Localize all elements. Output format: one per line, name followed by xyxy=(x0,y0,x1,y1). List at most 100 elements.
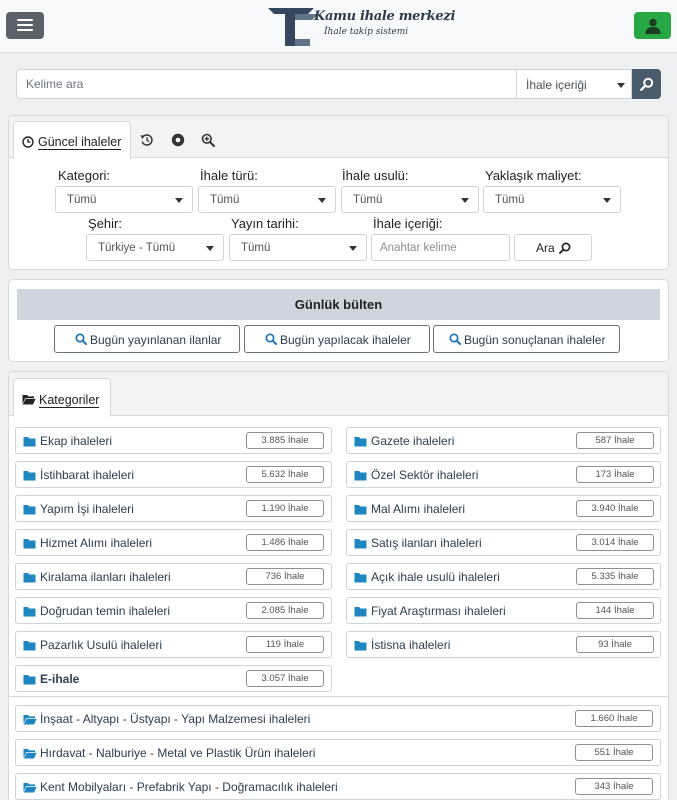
category-count-badge: 551 İhale xyxy=(575,744,653,761)
category-name: Ekap ihaleleri xyxy=(40,434,113,448)
search-icon xyxy=(265,333,277,345)
category-item[interactable]: İstihbarat ihaleleri 5.632 İhale xyxy=(15,461,332,488)
folder-icon xyxy=(23,437,36,447)
todays-scheduled-button[interactable]: Bugün yapılacak ihaleler xyxy=(244,325,430,353)
folder-open-icon xyxy=(22,395,36,405)
category-count-badge: 736 İhale xyxy=(246,568,324,585)
chevron-down-icon xyxy=(318,198,326,203)
ihale-usulu-select[interactable]: Tümü xyxy=(341,186,479,213)
todays-concluded-button[interactable]: Bugün sonuçlanan ihaleler xyxy=(433,325,620,353)
category-item[interactable]: Mal Alımı ihaleleri 3.940 İhale xyxy=(346,495,661,522)
yaklasik-maliyet-value: Tümü xyxy=(495,194,525,206)
folder-icon xyxy=(354,607,367,617)
folder-icon xyxy=(354,539,367,549)
category-item[interactable]: Doğrudan temin ihaleleri 2.085 İhale xyxy=(15,597,332,624)
category-name: Satış ilanları ihaleleri xyxy=(371,536,482,550)
category-name: Pazarlık Usulü ihaleleri xyxy=(40,638,163,652)
yayin-tarihi-label: Yayın tarihi: xyxy=(231,216,299,231)
category-count-badge: 3.014 İhale xyxy=(576,534,654,551)
category-count-badge: 3.057 İhale xyxy=(246,670,324,687)
category-item[interactable]: İstisna ihaleleri 93 İhale xyxy=(346,631,661,658)
ihale-turu-select[interactable]: Tümü xyxy=(198,186,336,213)
categories-panel: Kategoriler Ekap ihaleleri 3.885 İhale İst… xyxy=(8,371,669,800)
folder-icon xyxy=(354,641,367,651)
kategori-label: Kategori: xyxy=(58,168,111,183)
folder-icon xyxy=(354,437,367,447)
folder-icon xyxy=(23,573,36,583)
category-name: Mal Alımı ihaleleri xyxy=(371,502,466,516)
category-name: İstihbarat ihaleleri xyxy=(40,468,135,482)
todays-published-label: Bugün yayınlanan ilanlar xyxy=(90,333,222,347)
tab-kategoriler[interactable]: Kategoriler xyxy=(13,378,111,417)
category-count-badge: 587 İhale xyxy=(576,432,654,449)
folder-open-icon xyxy=(23,749,37,759)
folder-icon xyxy=(354,573,367,583)
ihale-turu-label: İhale türü: xyxy=(200,168,258,183)
daily-bulletin-panel: Günlük bülten Bugün yayınlanan ilanlar B… xyxy=(8,279,669,362)
ihale-usulu-value: Tümü xyxy=(353,194,383,206)
zoom-in-icon[interactable] xyxy=(201,133,215,147)
sehir-select[interactable]: Türkiye - Tümü xyxy=(86,234,224,261)
search-button[interactable] xyxy=(632,69,661,99)
category-name: Kent Mobilyaları - Prefabrik Yapı - Doğr… xyxy=(40,780,338,794)
folder-icon xyxy=(354,471,367,481)
category-name: Özel Sektör ihaleleri xyxy=(371,468,479,482)
ihale-icerigi-input[interactable] xyxy=(371,234,510,261)
category-name: Doğrudan temin ihaleleri xyxy=(40,604,171,618)
category-item[interactable]: E-ihale 3.057 İhale xyxy=(15,665,332,692)
yayin-tarihi-select[interactable]: Tümü xyxy=(229,234,367,261)
logo-mark-icon xyxy=(268,8,318,46)
category-name: Kiralama ilanları ihaleleri xyxy=(40,570,171,584)
category-item[interactable]: Satış ilanları ihaleleri 3.014 İhale xyxy=(346,529,661,556)
menu-button[interactable] xyxy=(6,12,44,39)
category-count-badge: 1.190 İhale xyxy=(246,500,324,517)
ara-button[interactable]: Ara xyxy=(514,234,592,261)
category-item[interactable]: İnşaat - Altyapı - Üstyapı - Yapı Malzem… xyxy=(15,705,661,732)
yaklasik-maliyet-label: Yaklaşık maliyet: xyxy=(485,168,582,183)
chevron-down-icon xyxy=(603,198,611,203)
keyword-search-input[interactable] xyxy=(16,69,516,99)
folder-icon xyxy=(23,675,36,685)
category-item[interactable]: Açık ihale usulü ihaleleri 5.335 İhale xyxy=(346,563,661,590)
search-scope-select[interactable]: İhale içeriği xyxy=(516,69,632,99)
category-item[interactable]: Ekap ihaleleri 3.885 İhale xyxy=(15,427,332,454)
folder-icon xyxy=(23,471,36,481)
tab-guncel-ihaleler[interactable]: Güncel ihaleler xyxy=(13,121,131,159)
category-item[interactable]: Hırdavat - Nalburiye - Metal ve Plastik … xyxy=(15,739,661,766)
category-item[interactable]: Gazete ihaleleri 587 İhale xyxy=(346,427,661,454)
category-item[interactable]: Özel Sektör ihaleleri 173 İhale xyxy=(346,461,661,488)
category-item[interactable]: Hizmet Alımı ihaleleri 1.486 İhale xyxy=(15,529,332,556)
category-count-badge: 3.885 İhale xyxy=(246,432,324,449)
todays-concluded-label: Bugün sonuçlanan ihaleler xyxy=(464,333,606,347)
todays-scheduled-label: Bugün yapılacak ihaleler xyxy=(280,333,411,347)
folder-open-icon xyxy=(23,715,37,725)
chevron-down-icon xyxy=(461,198,469,203)
filter-tabbar: Güncel ihaleler xyxy=(9,116,668,159)
folder-icon xyxy=(23,539,36,549)
site-logo[interactable]: Kamu ihale merkezi İhale takip sistemi xyxy=(268,5,455,47)
category-item[interactable]: Fiyat Araştırması ihaleleri 144 İhale xyxy=(346,597,661,624)
history-icon[interactable] xyxy=(140,133,154,147)
chevron-down-icon xyxy=(349,246,357,251)
category-count-badge: 2.085 İhale xyxy=(246,602,324,619)
clock-icon xyxy=(22,136,34,148)
category-count-badge: 119 İhale xyxy=(246,636,324,653)
record-icon[interactable] xyxy=(171,133,185,147)
category-count-badge: 93 İhale xyxy=(576,636,654,653)
category-divider xyxy=(9,696,668,697)
yaklasik-maliyet-select[interactable]: Tümü xyxy=(483,186,621,213)
category-count-badge: 5.335 İhale xyxy=(576,568,654,585)
category-name: İnşaat - Altyapı - Üstyapı - Yapı Malzem… xyxy=(40,712,311,726)
category-item[interactable]: Pazarlık Usulü ihaleleri 119 İhale xyxy=(15,631,332,658)
category-count-badge: 343 İhale xyxy=(575,778,653,795)
todays-published-button[interactable]: Bugün yayınlanan ilanlar xyxy=(54,325,240,353)
tab-kategoriler-label: Kategoriler xyxy=(39,393,100,408)
filter-panel: Güncel ihaleler Kategori: Tümü İhale tür… xyxy=(8,115,669,270)
category-item[interactable]: Yapım İşi ihaleleri 1.190 İhale xyxy=(15,495,332,522)
kategori-select[interactable]: Tümü xyxy=(55,186,193,213)
category-item[interactable]: Kent Mobilyaları - Prefabrik Yapı - Doğr… xyxy=(15,773,661,800)
user-button[interactable] xyxy=(634,12,671,39)
category-item[interactable]: Kiralama ilanları ihaleleri 736 İhale xyxy=(15,563,332,590)
category-count-badge: 173 İhale xyxy=(576,466,654,483)
folder-open-icon xyxy=(23,783,37,793)
